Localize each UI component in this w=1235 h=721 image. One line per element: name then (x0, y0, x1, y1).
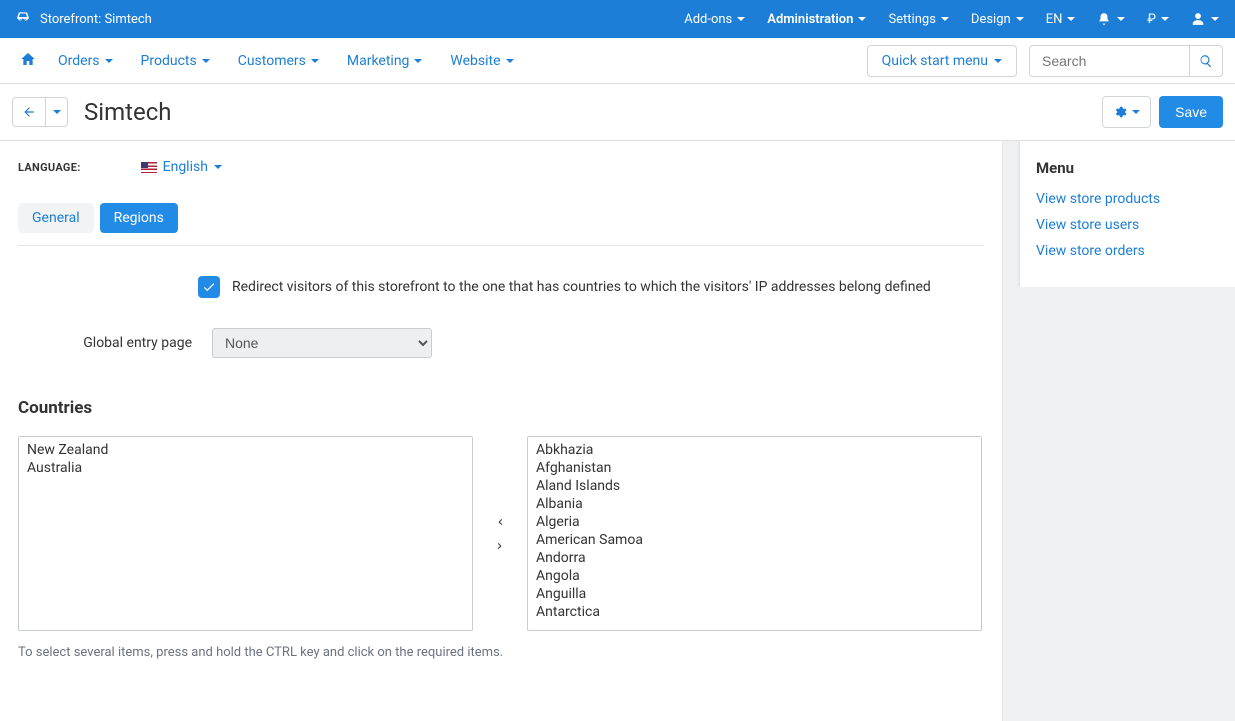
topnav-language[interactable]: EN (1046, 12, 1076, 27)
list-item[interactable]: Abkhazia (528, 441, 981, 459)
home-icon[interactable] (12, 45, 44, 77)
nav-customers[interactable]: Customers (224, 47, 333, 75)
user-icon (1191, 12, 1205, 26)
flag-us-icon (141, 162, 157, 173)
navbar: Orders Products Customers Marketing Webs… (0, 38, 1235, 84)
list-item[interactable]: Anguilla (528, 585, 981, 603)
caret-down-icon (311, 59, 319, 63)
list-item[interactable]: Angola (528, 567, 981, 585)
topnav-design[interactable]: Design (971, 12, 1024, 27)
topbar: Storefront: Simtech Add-ons Administrati… (0, 0, 1235, 38)
cart-icon (16, 10, 30, 28)
list-item[interactable]: New Zealand (19, 441, 472, 459)
list-item[interactable]: American Samoa (528, 531, 981, 549)
back-button[interactable] (12, 97, 46, 127)
sidebar-menu: Menu View store products View store user… (1019, 141, 1235, 287)
page-title: Simtech (84, 98, 172, 126)
global-entry-label: Global entry page (72, 335, 192, 351)
language-selector[interactable]: English (141, 159, 222, 175)
topnav-addons[interactable]: Add-ons (684, 12, 745, 27)
tab-regions[interactable]: Regions (100, 203, 178, 233)
gear-icon (1113, 105, 1127, 119)
move-right-button[interactable] (491, 537, 509, 555)
caret-down-icon (1067, 17, 1075, 21)
quick-start-button[interactable]: Quick start menu (867, 45, 1017, 77)
available-countries-list[interactable]: AbkhaziaAfghanistanAland IslandsAlbaniaA… (527, 436, 982, 631)
caret-down-icon (105, 59, 113, 63)
sidebar-heading: Menu (1036, 159, 1219, 177)
arrow-left-icon (22, 105, 36, 119)
back-dropdown-button[interactable] (46, 97, 68, 127)
redirect-checkbox[interactable] (198, 276, 220, 298)
redirect-label: Redirect visitors of this storefront to … (232, 279, 931, 295)
nav-orders[interactable]: Orders (44, 47, 127, 75)
topnav-settings[interactable]: Settings (888, 12, 948, 27)
list-item[interactable]: Aland Islands (528, 477, 981, 495)
topnav-currency[interactable]: ₽ (1147, 12, 1169, 27)
list-item[interactable]: Algeria (528, 513, 981, 531)
topnav-administration[interactable]: Administration (767, 12, 866, 27)
caret-down-icon (53, 110, 61, 114)
selected-countries-list[interactable]: New ZealandAustralia (18, 436, 473, 631)
bell-icon (1097, 12, 1111, 26)
topnav-user[interactable] (1191, 12, 1219, 26)
selection-hint: To select several items, press and hold … (18, 645, 984, 660)
caret-down-icon (1016, 17, 1024, 21)
list-item[interactable]: Andorra (528, 549, 981, 567)
caret-down-icon (202, 59, 210, 63)
check-icon (202, 280, 216, 294)
divider (18, 245, 984, 246)
list-item[interactable]: Australia (19, 459, 472, 477)
chevron-left-icon (494, 516, 506, 528)
list-item[interactable]: Antarctica (528, 603, 981, 621)
caret-down-icon (506, 59, 514, 63)
save-button[interactable]: Save (1159, 96, 1223, 128)
nav-products[interactable]: Products (127, 47, 224, 75)
global-entry-select[interactable]: None (212, 328, 432, 358)
caret-down-icon (858, 17, 866, 21)
list-item[interactable]: Albania (528, 495, 981, 513)
tab-general[interactable]: General (18, 203, 94, 233)
caret-down-icon (1161, 17, 1169, 21)
sidebar-link-users[interactable]: View store users (1036, 217, 1219, 233)
search-icon (1199, 54, 1213, 68)
language-label: LANGUAGE: (18, 161, 81, 174)
caret-down-icon (941, 17, 949, 21)
caret-down-icon (1117, 17, 1125, 21)
caret-down-icon (1211, 17, 1219, 21)
storefront-label[interactable]: Storefront: Simtech (40, 12, 152, 27)
caret-down-icon (994, 59, 1002, 63)
list-item[interactable]: Afghanistan (528, 459, 981, 477)
caret-down-icon (214, 165, 222, 169)
main-content: LANGUAGE: English General Regions Redire… (0, 141, 1003, 721)
nav-website[interactable]: Website (436, 47, 527, 75)
titlebar: Simtech Save (0, 84, 1235, 141)
sidebar-link-orders[interactable]: View store orders (1036, 243, 1219, 259)
caret-down-icon (737, 17, 745, 21)
settings-button[interactable] (1102, 96, 1151, 128)
topnav-notifications[interactable] (1097, 12, 1125, 26)
caret-down-icon (414, 59, 422, 63)
chevron-right-icon (494, 540, 506, 552)
countries-heading: Countries (18, 398, 984, 418)
caret-down-icon (1132, 110, 1140, 114)
search-button[interactable] (1189, 45, 1223, 77)
nav-marketing[interactable]: Marketing (333, 47, 437, 75)
search-input[interactable] (1029, 45, 1189, 77)
move-left-button[interactable] (491, 513, 509, 531)
sidebar-link-products[interactable]: View store products (1036, 191, 1219, 207)
